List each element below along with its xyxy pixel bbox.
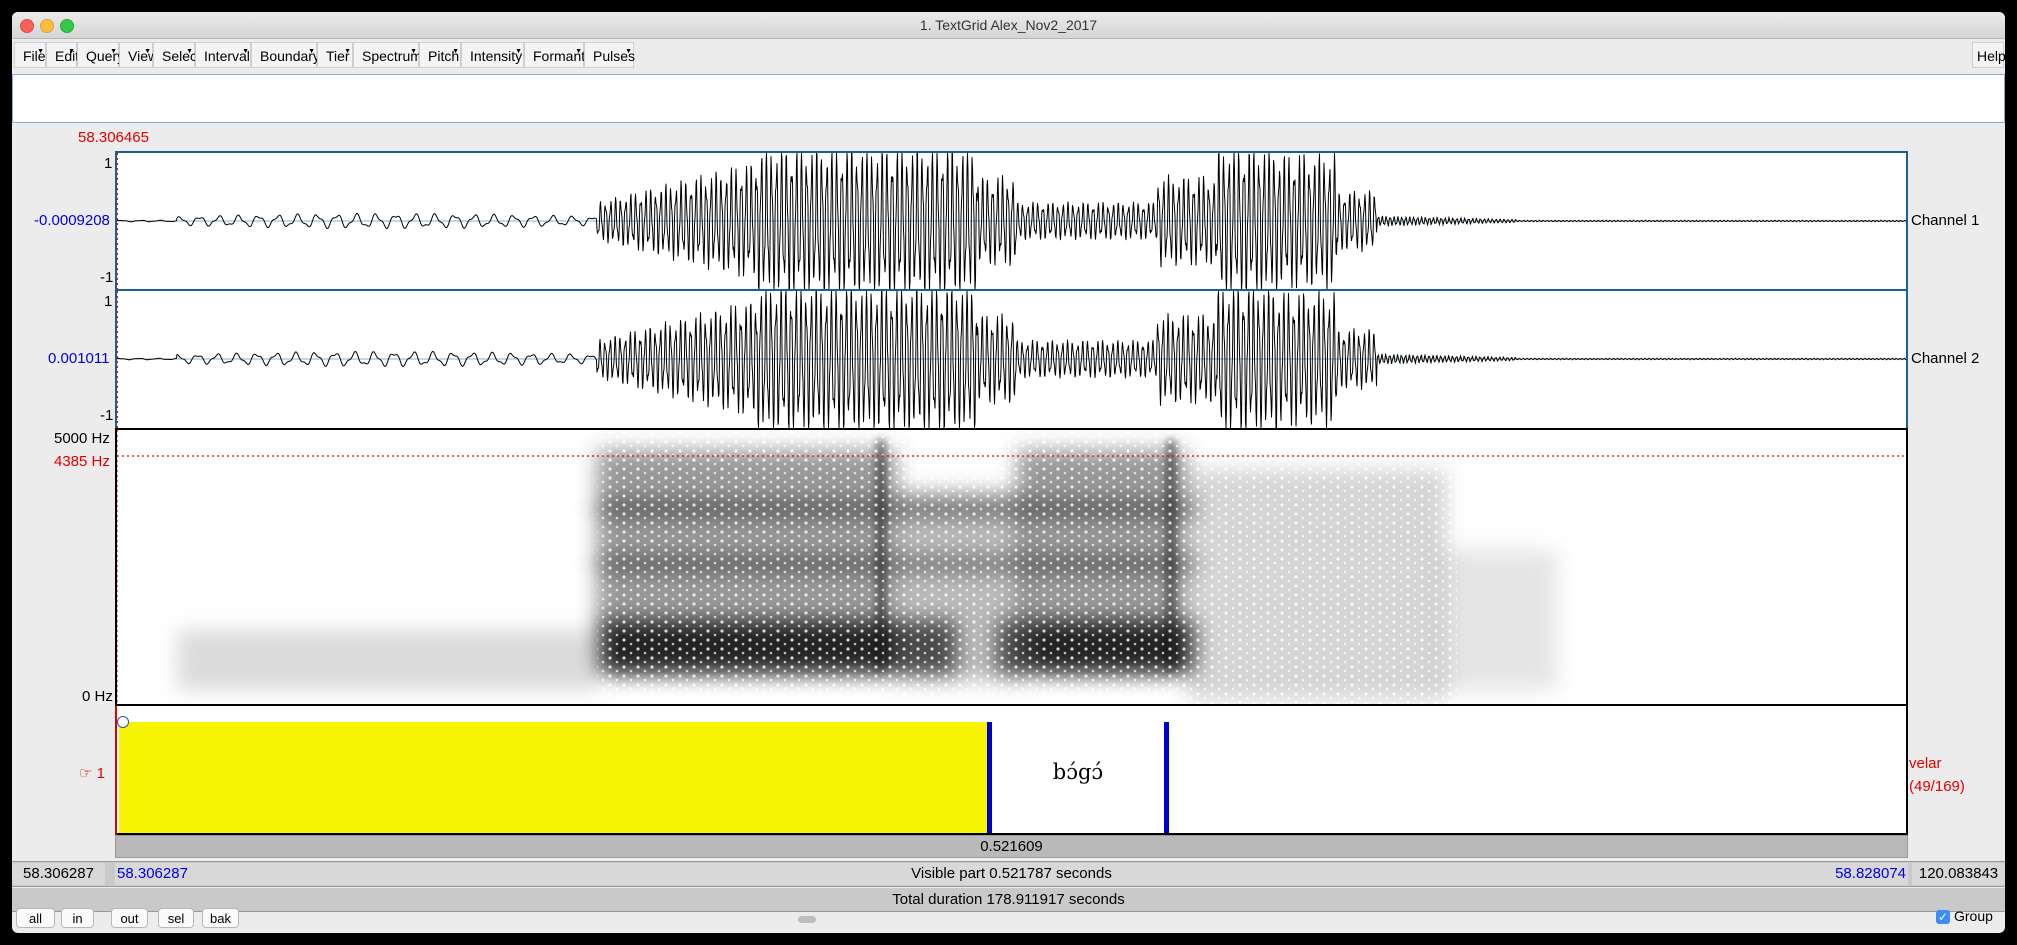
spectrogram-max-freq: 5000 Hz xyxy=(54,430,110,447)
zoom-sel-button[interactable]: sel xyxy=(158,908,194,928)
total-duration-bar[interactable]: Total duration 178.911917 seconds xyxy=(12,888,2005,912)
menu-boundary[interactable]: Boundary ▼ xyxy=(251,42,320,68)
channel2-ymax: 1 xyxy=(104,293,113,310)
selection-duration: 0.521609 xyxy=(980,838,1043,855)
menu-help[interactable]: Help xyxy=(1972,42,2005,68)
menu-interval[interactable]: Interval ▼ xyxy=(195,42,251,68)
cursor-line xyxy=(115,706,117,837)
waveform-2-plot xyxy=(117,291,1906,428)
menu-intensity[interactable]: Intensity ▼ xyxy=(461,42,524,68)
menu-pitch[interactable]: Pitch ▼ xyxy=(419,42,461,68)
interval-text[interactable]: bɔ́gɔ́ xyxy=(992,760,1164,784)
menu-view[interactable]: View ▼ xyxy=(119,42,158,68)
channel1-ymin: -1 xyxy=(100,269,114,286)
interval-text-editor[interactable] xyxy=(12,74,2005,123)
menu-select[interactable]: Select ▼ xyxy=(153,42,201,68)
cursor-time-label: 58.306465 xyxy=(78,129,149,146)
tier-name: velar xyxy=(1909,755,1942,772)
praat-textgrid-window: 1. TextGrid Alex_Nov2_2017 File ▼ Edit ▼ Q… xyxy=(12,12,2005,933)
menu-edit[interactable]: Edit ▼ xyxy=(46,42,79,68)
zoom-out-button[interactable]: out xyxy=(111,908,148,928)
channel1-ymax: 1 xyxy=(104,155,113,172)
waveform-1-plot xyxy=(117,153,1906,290)
selection-bar[interactable]: 0.521609 xyxy=(115,835,1908,858)
spectrogram-min-freq: 0 Hz xyxy=(82,688,113,705)
interval-boundary[interactable] xyxy=(1164,722,1169,833)
zoom-in-button[interactable]: in xyxy=(61,908,94,928)
menu-spectrum[interactable]: Spectrum ▼ xyxy=(353,42,422,68)
selected-interval[interactable] xyxy=(119,722,988,833)
spectrogram[interactable] xyxy=(115,428,1908,706)
channel2-label: Channel 2 xyxy=(1911,350,1980,367)
menu-formant[interactable]: Formant ▼ xyxy=(524,42,585,68)
total-duration-label: Total duration 178.911917 seconds xyxy=(892,891,1125,908)
waveform-channel-1[interactable] xyxy=(115,151,1908,292)
channel1-label: Channel 1 xyxy=(1911,212,1980,229)
menu-query[interactable]: Query ▼ xyxy=(77,42,124,68)
left-outer-time[interactable]: 58.306287 xyxy=(12,863,105,885)
right-visible-time: 58.828074 xyxy=(1835,865,1906,882)
menu-tier[interactable]: Tier ▼ xyxy=(317,42,353,68)
zoom-bak-button[interactable]: bak xyxy=(202,908,239,928)
horizontal-scroll-thumb[interactable] xyxy=(798,916,816,923)
visible-part-label: Visible part 0.521787 seconds xyxy=(911,865,1112,882)
zoom-all-button[interactable]: all xyxy=(16,908,55,928)
menu-file[interactable]: File ▼ xyxy=(14,42,46,68)
title-bar: 1. TextGrid Alex_Nov2_2017 xyxy=(12,12,2005,39)
tier-label[interactable]: ☞ 1 xyxy=(79,764,105,782)
visible-part-bar: 58.306287 58.306287 Visible part 0.52178… xyxy=(12,861,2005,887)
tier-anchor-icon xyxy=(117,716,129,728)
right-outer-time[interactable]: 120.083843 xyxy=(1912,863,2005,885)
visible-part-area[interactable]: 58.306287 Visible part 0.521787 seconds … xyxy=(115,863,1908,885)
tier-count: (49/169) xyxy=(1909,778,1965,795)
menu-pulses[interactable]: Pulses ▼ xyxy=(584,42,635,68)
waveform-channel-2[interactable] xyxy=(115,289,1908,430)
window-title: 1. TextGrid Alex_Nov2_2017 xyxy=(919,17,1098,33)
spectrogram-cursor-freq: 4385 Hz xyxy=(54,453,110,470)
channel2-ymin: -1 xyxy=(100,407,114,424)
channel2-cursor-value: 0.001011 xyxy=(48,350,110,367)
spectrogram-plot xyxy=(117,430,1906,704)
channel1-cursor-value: -0.0009208 xyxy=(34,212,110,229)
textgrid-tier-1[interactable]: bɔ́gɔ́ xyxy=(115,704,1908,837)
group-label: Group xyxy=(1954,908,1993,924)
group-checkbox[interactable]: ✓ xyxy=(1936,910,1950,924)
